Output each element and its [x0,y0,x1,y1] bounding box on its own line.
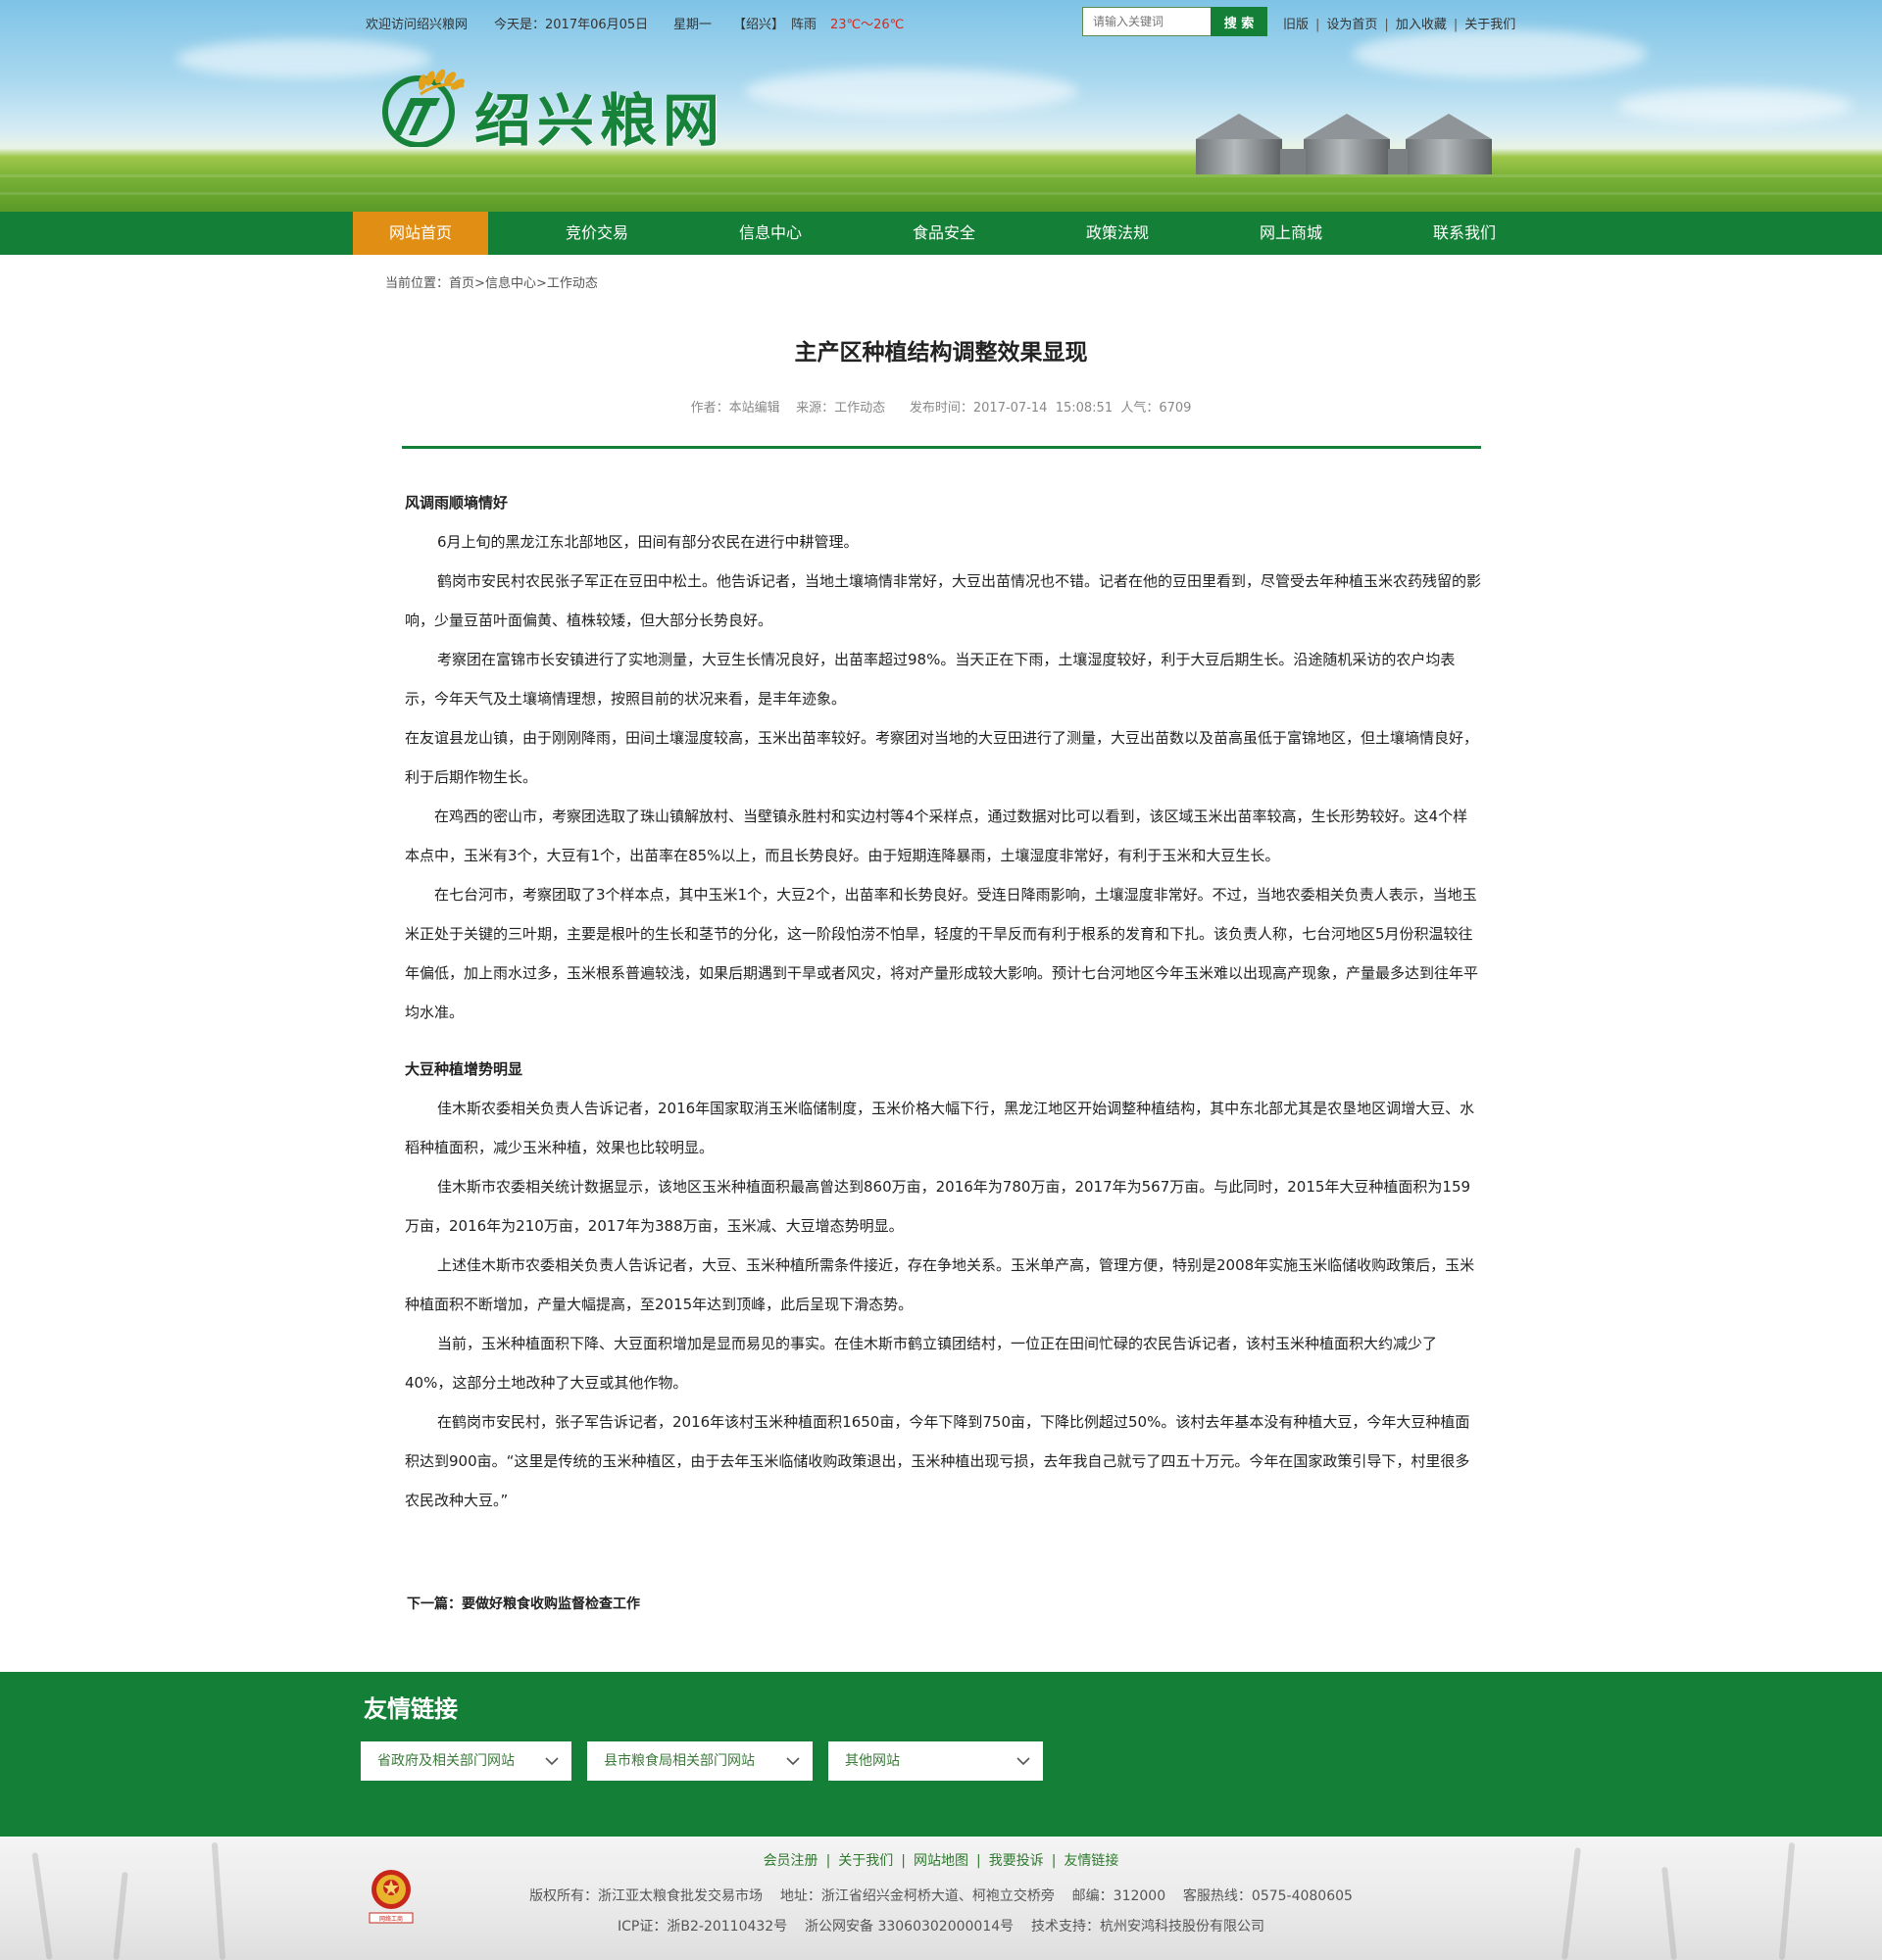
nav-contact[interactable]: 联系我们 [1397,212,1532,255]
breadcrumb: 当前位置：首页>信息中心>工作动态 [385,272,598,291]
welcome-text: 欢迎访问绍兴粮网 [366,18,469,32]
weekday-text: 星期一 [673,18,713,32]
separator: | [1315,18,1320,32]
business-license-emblem-icon[interactable]: 网络工商 [368,1866,415,1927]
separator: | [1453,18,1459,32]
article-paragraph: 在七台河市，考察团取了3个样本点，其中玉米1个，大豆2个，出苗率和长势良好。受连… [405,886,1479,1021]
footer-about-link[interactable]: 关于我们 [838,1853,893,1869]
breadcrumb-home[interactable]: 首页 [449,276,474,291]
set-homepage-link[interactable]: 设为首页 [1326,18,1377,32]
next-article-label: 下一篇： [407,1596,462,1612]
weather-text: 阵雨 [791,18,817,32]
nav-food-safety[interactable]: 食品安全 [876,212,1012,255]
main-nav: 网站首页 竞价交易 信息中心 食品安全 政策法规 网上商城 联系我们 [0,212,1882,255]
dropdown-grain-bureau-sites[interactable]: 县市粮食局相关部门网站 [587,1741,813,1781]
site-logo-icon[interactable] [375,65,468,147]
field-stripe [0,174,1882,177]
article-paragraph: 佳木斯农委相关负责人告诉记者，2016年国家取消玉米临储制度，玉米价格大幅下行，… [405,1100,1475,1156]
old-version-link[interactable]: 旧版 [1283,18,1309,32]
article-paragraph: 在友谊县龙山镇，由于刚刚降雨，田间土壤湿度较高，玉米出苗率较好。考察团对当地的大… [405,729,1479,786]
section-heading: 风调雨顺墒情好 [405,494,509,512]
cloud [1353,29,1647,78]
separator: | [901,1853,906,1869]
breadcrumb-separator: > [535,276,547,291]
dropdown-label: 其他网站 [845,1753,900,1769]
article-paragraph: 鹤岗市安民村农民张子军正在豆田中松土。他告诉记者，当地土壤墒情非常好，大豆出苗情… [405,572,1482,629]
chevron-down-icon [545,1757,559,1766]
dropdown-other-sites[interactable]: 其他网站 [828,1741,1043,1781]
breadcrumb-work-news[interactable]: 工作动态 [547,276,598,291]
nav-home[interactable]: 网站首页 [353,212,488,255]
article-paragraph: 佳木斯市农委相关统计数据显示，该地区玉米种植面积最高曾达到860万亩，2016年… [405,1178,1471,1235]
about-us-link[interactable]: 关于我们 [1464,18,1515,32]
nav-policy[interactable]: 政策法规 [1050,212,1185,255]
breadcrumb-separator: > [474,276,485,291]
article-title: 主产区种植结构调整效果显现 [794,340,1088,366]
article-paragraph: 考察团在富锦市长安镇进行了实地测量，大豆生长情况良好，出苗率超过98%。当天正在… [405,651,1456,708]
breadcrumb-label: 当前位置： [385,276,450,291]
city-text: 【绍兴】 [733,18,785,32]
separator: | [825,1853,831,1869]
article-paragraph: 在鹤岗市安民村，张子军告诉记者，2016年该村玉米种植面积1650亩，今年下降到… [405,1413,1470,1509]
footer-links: 会员注册 | 关于我们 | 网站地图 | 我要投诉 | 友情链接 [0,1850,1882,1870]
friend-links-section: 友情链接 省政府及相关部门网站 县市粮食局相关部门网站 其他网站 [0,1672,1882,1837]
wheat-decoration [1661,1866,1677,1960]
footer-icp: ICP证：浙B2-20110432号 浙公网安备 33060302000014号… [618,1919,1264,1935]
date-text: 今天是：2017年06月05日 [494,18,649,32]
top-bar: 欢迎访问绍兴粮网 今天是：2017年06月05日 星期一 【绍兴】 阵雨 23℃… [366,7,1522,36]
separator: | [1051,1853,1057,1869]
nav-online-mall[interactable]: 网上商城 [1223,212,1359,255]
add-favorite-link[interactable]: 加入收藏 [1396,18,1447,32]
dropdown-gov-sites[interactable]: 省政府及相关部门网站 [361,1741,571,1781]
separator: | [976,1853,981,1869]
dropdown-label: 县市粮食局相关部门网站 [604,1753,755,1769]
chevron-down-icon [786,1757,800,1766]
footer-sitemap-link[interactable]: 网站地图 [914,1853,968,1869]
search-button[interactable]: 搜 索 [1211,7,1267,36]
top-links: 旧版 | 设为首页 | 加入收藏 | 关于我们 [1283,14,1515,32]
breadcrumb-info-center[interactable]: 信息中心 [485,276,536,291]
footer: 会员注册 | 关于我们 | 网站地图 | 我要投诉 | 友情链接 版权所有：浙江亚太粮食批发交易… [0,1837,1882,1960]
chevron-down-icon [1016,1757,1030,1766]
cloud [745,69,1078,114]
nav-info-center[interactable]: 信息中心 [703,212,838,255]
article-paragraph: 上述佳木斯市农委相关负责人告诉记者，大豆、玉米种植所需条件接近，存在争地关系。玉… [405,1256,1475,1313]
footer-copyright: 版权所有：浙江亚太粮食批发交易市场 地址：浙江省绍兴金柯桥大道、柯袍立交桥旁 邮… [529,1888,1353,1904]
article-paragraph: 6月上旬的黑龙江东北部地区，田间有部分农民在进行中耕管理。 [437,533,859,551]
next-article-link[interactable]: 要做好粮食收购监督检查工作 [462,1596,640,1612]
header-banner: 欢迎访问绍兴粮网 今天是：2017年06月05日 星期一 【绍兴】 阵雨 23℃… [0,0,1882,212]
section-heading: 大豆种植增势明显 [405,1060,523,1078]
title-divider [402,446,1481,449]
grain-silos-image [1196,114,1492,174]
nav-bidding[interactable]: 竞价交易 [529,212,665,255]
article-paragraph: 当前，玉米种植面积下降、大豆面积增加是显而易见的事实。在佳木斯市鹤立镇团结村，一… [405,1335,1438,1392]
next-article: 下一篇：要做好粮食收购监督检查工作 [407,1593,640,1613]
field-stripe [0,192,1882,195]
cloud [1617,88,1853,123]
emblem-caption: 网络工商 [379,1915,403,1923]
site-name: 绍兴粮网 [474,87,726,154]
search-input[interactable] [1082,7,1212,36]
article-body: 风调雨顺墒情好 6月上旬的黑龙江东北部地区，田间有部分农民在进行中耕管理。 鹤岗… [405,483,1481,1520]
article-meta: 作者：本站编辑 来源：工作动态 发布时间：2017-07-14 15:08:51… [690,401,1192,416]
footer-friend-links-link[interactable]: 友情链接 [1064,1853,1118,1869]
footer-register-link[interactable]: 会员注册 [764,1853,818,1869]
footer-complaint-link[interactable]: 我要投诉 [989,1853,1044,1869]
article-paragraph: 在鸡西的密山市，考察团选取了珠山镇解放村、当壁镇永胜村和实边村等4个采样点，通过… [405,808,1468,864]
friend-links-title: 友情链接 [364,1695,458,1723]
dropdown-label: 省政府及相关部门网站 [377,1753,515,1769]
temperature-text: 23℃～26℃ [830,18,905,32]
separator: | [1384,18,1389,32]
